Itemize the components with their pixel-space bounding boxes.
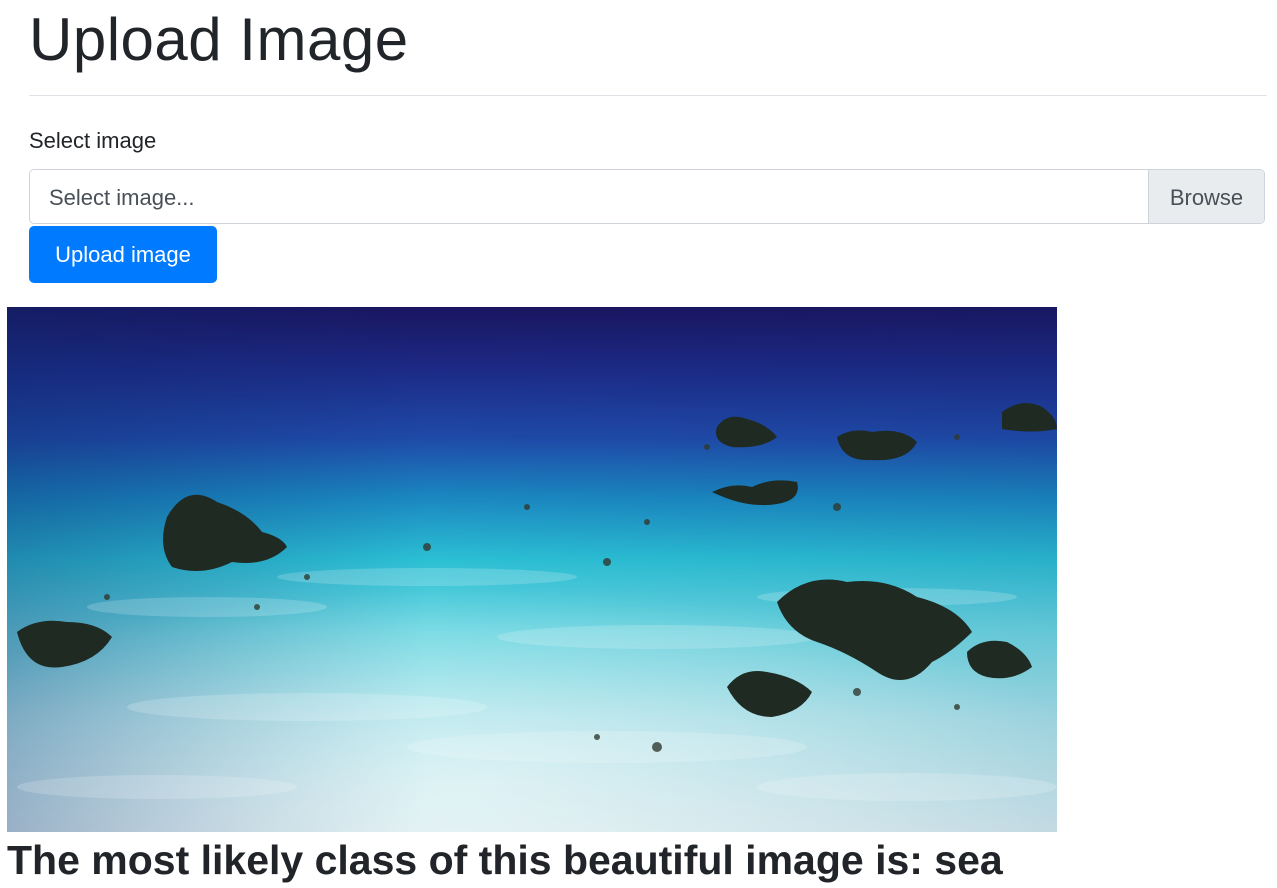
select-image-label: Select image [29, 128, 157, 153]
prediction-result: The most likely class of this beautiful … [7, 837, 1003, 883]
uploaded-image-preview [7, 307, 1057, 832]
upload-page: Upload Image Select image Select image..… [0, 0, 1277, 888]
browse-button[interactable]: Browse [1148, 170, 1264, 223]
upload-image-button[interactable]: Upload image [29, 226, 217, 283]
file-input-placeholder[interactable]: Select image... [30, 170, 1148, 223]
page-title: Upload Image [29, 6, 409, 73]
file-input[interactable]: Select image... Browse [29, 169, 1265, 224]
sea-floor-image [7, 307, 1057, 832]
divider [29, 95, 1267, 96]
